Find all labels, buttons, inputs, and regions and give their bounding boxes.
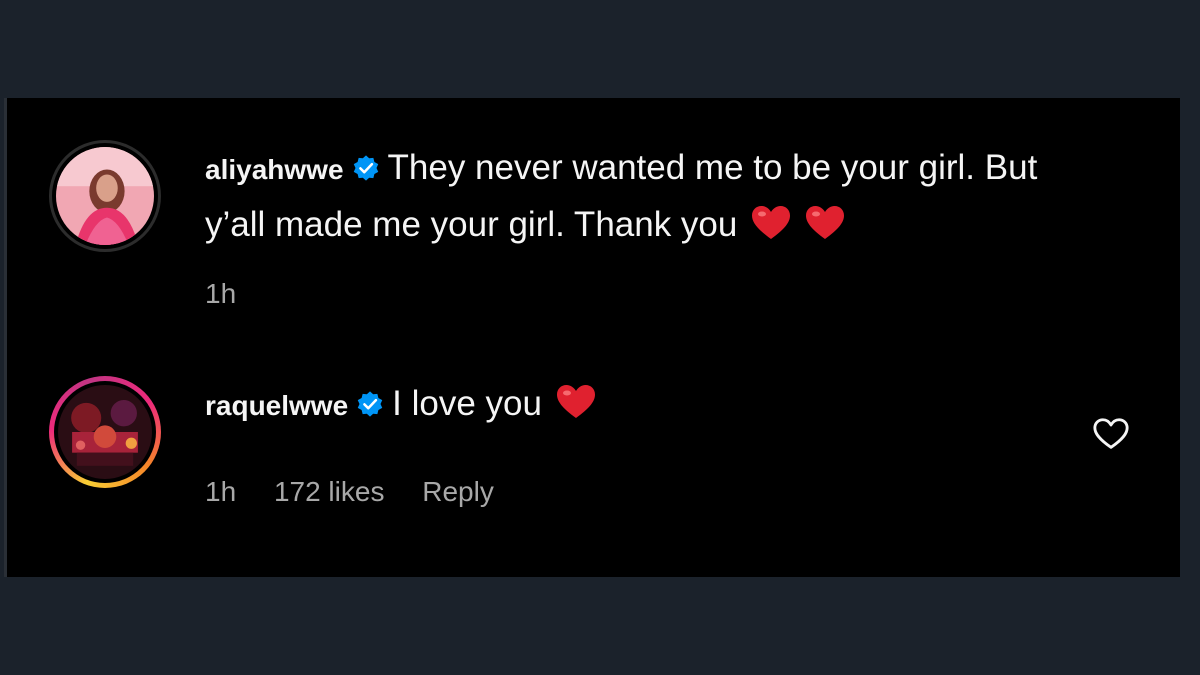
comment-meta: 1h: [205, 278, 266, 310]
comment-timestamp: 1h: [205, 278, 237, 309]
comment-text-block: aliyahwwe They never wanted me to be you…: [205, 140, 1090, 252]
red-heart-emoji: [752, 206, 791, 239]
comment-meta: 1h 172 likes Reply: [205, 476, 524, 508]
comment-text-block: raquelwwe I love you: [205, 376, 1090, 433]
heart-outline-icon[interactable]: [1092, 416, 1130, 452]
avatar[interactable]: [49, 140, 161, 252]
red-heart-emoji: [806, 206, 845, 239]
comment-timestamp: 1h: [205, 476, 237, 507]
avatar[interactable]: [49, 376, 161, 488]
comment-body: I love you: [392, 384, 542, 423]
comment-username[interactable]: raquelwwe: [205, 390, 348, 421]
comment-likes-count[interactable]: 172 likes: [274, 476, 385, 507]
reply-button[interactable]: Reply: [422, 476, 494, 507]
comments-panel: aliyahwwe They never wanted me to be you…: [4, 98, 1180, 577]
verified-badge-icon: [357, 391, 383, 417]
verified-badge-icon: [353, 155, 378, 181]
avatar-photo: [58, 385, 152, 479]
avatar-photo: [56, 147, 154, 245]
comment-username[interactable]: aliyahwwe: [205, 154, 344, 185]
red-heart-emoji: [556, 385, 595, 418]
